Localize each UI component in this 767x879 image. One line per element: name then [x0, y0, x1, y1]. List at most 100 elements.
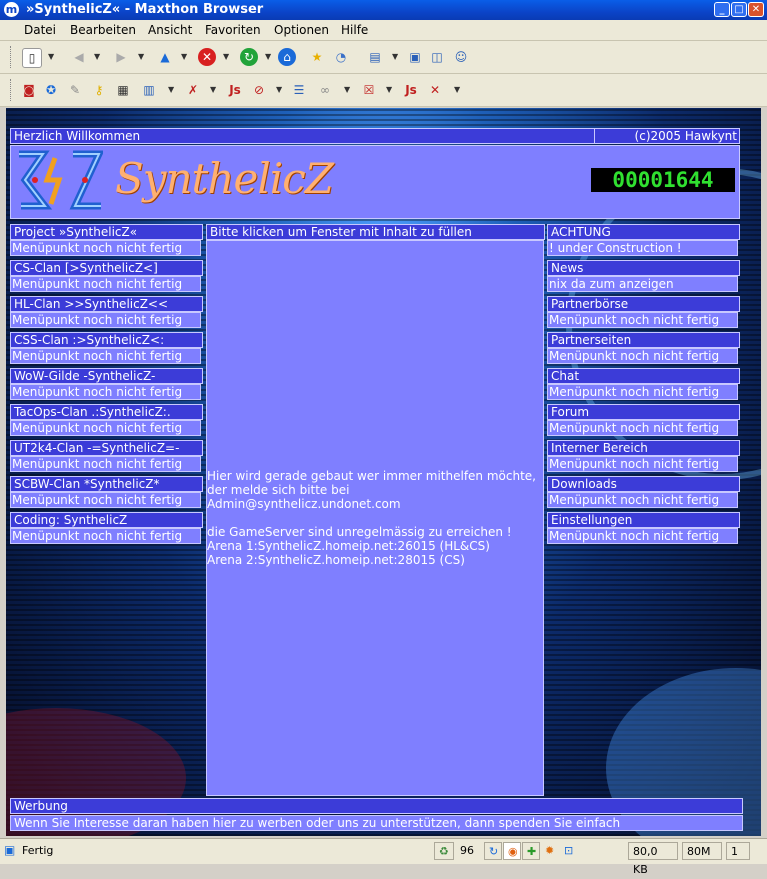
sync-icon[interactable]: ↻: [484, 842, 502, 860]
back-dropdown-icon[interactable]: ▼: [94, 48, 100, 66]
right-menu-item-sub[interactable]: Menüpunkt noch nicht fertig: [547, 456, 738, 472]
table-icon[interactable]: ▥: [140, 81, 158, 99]
checkbox-icon[interactable]: ☒: [360, 81, 378, 99]
list-icon[interactable]: ☰: [290, 81, 308, 99]
fullscreen-icon[interactable]: ▣: [406, 48, 424, 66]
left-menu-item-sub[interactable]: Menüpunkt noch nicht fertig: [10, 240, 201, 256]
sun-icon[interactable]: ✹: [541, 842, 559, 860]
layout-icon[interactable]: ▤: [366, 48, 384, 66]
no-activex-icon[interactable]: ⊘: [250, 81, 268, 99]
right-menu-item-sub[interactable]: Menüpunkt noch nicht fertig: [547, 528, 738, 544]
up-icon[interactable]: ▲: [156, 48, 174, 66]
left-menu-item-sub[interactable]: Menüpunkt noch nicht fertig: [10, 528, 201, 544]
home-icon[interactable]: ⌂: [278, 48, 296, 66]
menu-favoriten[interactable]: Favoriten: [205, 23, 261, 37]
web-content[interactable]: Herzlich Willkommen (c)2005 Hawkynt Synt…: [6, 108, 761, 836]
left-menu-item-sub[interactable]: Menüpunkt noch nicht fertig: [10, 420, 201, 436]
users-icon[interactable]: ☺: [452, 48, 470, 66]
javascript-2-icon[interactable]: Js: [402, 81, 420, 99]
left-menu-item-title[interactable]: HL-Clan >>SynthelicZ<<: [10, 296, 203, 312]
cross-dropdown-icon[interactable]: ▼: [454, 81, 460, 99]
ad-text[interactable]: Wenn Sie Interesse daran haben hier zu w…: [10, 815, 743, 831]
left-menu-item-title[interactable]: SCBW-Clan *SynthelicZ*: [10, 476, 203, 492]
forward-dropdown-icon[interactable]: ▼: [138, 48, 144, 66]
close-button[interactable]: ✕: [748, 2, 764, 17]
copyright-header: (c)2005 Hawkynt: [594, 128, 740, 144]
left-menu-item-sub[interactable]: Menüpunkt noch nicht fertig: [10, 348, 201, 364]
right-menu-item-title[interactable]: Partnerseiten: [547, 332, 740, 348]
right-menu-item-title[interactable]: News: [547, 260, 740, 276]
left-menu-item-title[interactable]: TacOps-Clan .:SynthelicZ:.: [10, 404, 203, 420]
left-menu-item-sub[interactable]: Menüpunkt noch nicht fertig: [10, 456, 201, 472]
stop-dropdown-icon[interactable]: ▼: [223, 48, 229, 66]
left-menu-item-title[interactable]: WoW-Gilde -SynthelicZ-: [10, 368, 203, 384]
right-menu-item-title[interactable]: Downloads: [547, 476, 740, 492]
menu-hilfe[interactable]: Hilfe: [341, 23, 368, 37]
screenshot-icon[interactable]: ◙: [20, 81, 38, 99]
new-page-icon[interactable]: ▯: [22, 48, 42, 68]
tools-icon[interactable]: ✎: [66, 81, 84, 99]
right-menu-item-sub[interactable]: ! under Construction !: [547, 240, 738, 256]
left-menu-item-title[interactable]: CSS-Clan :>SynthelicZ<:: [10, 332, 203, 348]
ad-hunter-icon[interactable]: ✚: [522, 842, 540, 860]
cross-tools-icon[interactable]: ✕: [426, 81, 444, 99]
activex-dropdown-icon[interactable]: ▼: [276, 81, 282, 99]
center-text-line: Admin@synthelicz.undonet.com: [207, 497, 401, 511]
network-icon[interactable]: ⊡: [560, 842, 578, 860]
table-dropdown-icon[interactable]: ▼: [168, 81, 174, 99]
left-menu-item-title[interactable]: Coding: SynthelicZ: [10, 512, 203, 528]
refresh-dropdown-icon[interactable]: ▼: [265, 48, 271, 66]
left-menu-item-sub[interactable]: Menüpunkt noch nicht fertig: [10, 492, 201, 508]
center-content-panel[interactable]: Hier wird gerade gebaut wer immer mithel…: [206, 240, 544, 796]
checkbox-dropdown-icon[interactable]: ▼: [386, 81, 392, 99]
layout-dropdown-icon[interactable]: ▼: [392, 48, 398, 66]
left-menu-item-title[interactable]: CS-Clan [>SynthelicZ<]: [10, 260, 203, 276]
split-view-icon[interactable]: ◫: [428, 48, 446, 66]
glasses-dropdown-icon[interactable]: ▼: [344, 81, 350, 99]
toolbar-grip-2[interactable]: [10, 79, 14, 101]
new-dropdown-icon[interactable]: ▼: [48, 48, 54, 66]
javascript-icon[interactable]: Js: [226, 81, 244, 99]
key-icon[interactable]: ⚷: [90, 81, 108, 99]
maximize-button[interactable]: □: [731, 2, 747, 17]
menu-datei[interactable]: Datei: [24, 23, 56, 37]
left-menu-item-sub[interactable]: Menüpunkt noch nicht fertig: [10, 312, 201, 328]
minimize-button[interactable]: _: [714, 2, 730, 17]
right-menu-item-sub[interactable]: nix da zum anzeigen: [547, 276, 738, 292]
compass-icon[interactable]: ✪: [42, 81, 60, 99]
left-menu-item-title[interactable]: Project »SynthelicZ«: [10, 224, 203, 240]
left-menu-item-sub[interactable]: Menüpunkt noch nicht fertig: [10, 384, 201, 400]
right-menu-item-sub[interactable]: Menüpunkt noch nicht fertig: [547, 420, 738, 436]
recycle-icon[interactable]: ♻: [434, 842, 454, 860]
left-menu-item-sub[interactable]: Menüpunkt noch nicht fertig: [10, 276, 201, 292]
right-menu-item-title[interactable]: Partnerbörse: [547, 296, 740, 312]
popup-filter-icon[interactable]: ◉: [503, 842, 521, 860]
right-menu-item-title[interactable]: Forum: [547, 404, 740, 420]
toolbar-grip[interactable]: [10, 46, 14, 68]
right-menu-item-sub[interactable]: Menüpunkt noch nicht fertig: [547, 384, 738, 400]
forward-icon[interactable]: ▶: [112, 48, 130, 66]
right-menu-item-sub[interactable]: Menüpunkt noch nicht fertig: [547, 492, 738, 508]
right-menu-item-sub[interactable]: Menüpunkt noch nicht fertig: [547, 312, 738, 328]
block-dropdown-icon[interactable]: ▼: [210, 81, 216, 99]
favorites-star-icon[interactable]: ★: [308, 48, 326, 66]
right-menu-item-title[interactable]: ACHTUNG: [547, 224, 740, 240]
right-menu-item-title[interactable]: Chat: [547, 368, 740, 384]
left-menu-item-title[interactable]: UT2k4-Clan -=SynthelicZ=-: [10, 440, 203, 456]
center-header[interactable]: Bitte klicken um Fenster mit Inhalt zu f…: [206, 224, 545, 240]
menu-bearbeiten[interactable]: Bearbeiten: [70, 23, 136, 37]
refresh-icon[interactable]: ↻: [240, 48, 258, 66]
notes-icon[interactable]: ▦: [114, 81, 132, 99]
stop-icon[interactable]: ✕: [198, 48, 216, 66]
menu-ansicht[interactable]: Ansicht: [148, 23, 192, 37]
menu-optionen[interactable]: Optionen: [274, 23, 329, 37]
right-menu-item-title[interactable]: Interner Bereich: [547, 440, 740, 456]
glasses-icon[interactable]: ∞: [316, 81, 334, 99]
block-popup-icon[interactable]: ✗: [184, 81, 202, 99]
maxthon-app-icon[interactable]: m: [4, 2, 19, 17]
back-icon[interactable]: ◀: [70, 48, 88, 66]
history-icon[interactable]: ◔: [332, 48, 350, 66]
right-menu-item-title[interactable]: Einstellungen: [547, 512, 740, 528]
right-menu-item-sub[interactable]: Menüpunkt noch nicht fertig: [547, 348, 738, 364]
up-dropdown-icon[interactable]: ▼: [181, 48, 187, 66]
